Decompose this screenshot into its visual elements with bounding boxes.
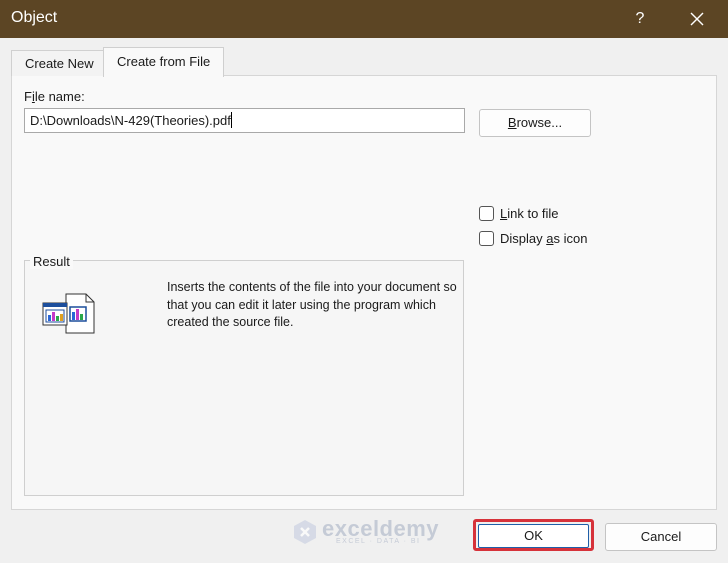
result-description: Inserts the contents of the file into yo… xyxy=(167,280,457,329)
text-cursor xyxy=(230,112,232,128)
tab-create-from-file[interactable]: Create from File xyxy=(103,47,225,77)
cancel-button[interactable]: Cancel xyxy=(605,523,717,551)
help-icon: ? xyxy=(635,10,645,27)
close-button[interactable] xyxy=(680,4,714,34)
display-as-icon-option[interactable]: Display as icon xyxy=(479,229,587,247)
file-name-value: D:\Downloads\N-429(Theories).pdf xyxy=(30,113,231,128)
watermark-tagline: EXCEL · DATA · BI xyxy=(336,538,421,545)
exceldemy-watermark: exceldemy EXCEL · DATA · BI xyxy=(292,516,442,547)
exceldemy-logo-icon xyxy=(294,520,316,544)
title-bar: Object ? xyxy=(0,0,728,38)
display-as-icon-checkbox[interactable] xyxy=(479,230,494,246)
file-name-label: File name: xyxy=(24,89,85,104)
link-to-file-checkbox[interactable] xyxy=(479,205,494,221)
result-legend: Result xyxy=(30,254,73,269)
browse-button[interactable]: Browse... xyxy=(479,109,591,137)
tab-create-new[interactable]: Create New xyxy=(11,50,108,76)
link-to-file-label: Link to file xyxy=(500,205,559,221)
display-as-icon-label: Display as icon xyxy=(500,230,588,246)
ok-button[interactable]: OK xyxy=(478,524,589,548)
file-name-input[interactable]: D:\Downloads\N-429(Theories).pdf xyxy=(24,108,465,133)
close-icon xyxy=(690,12,704,26)
embedded-document-icon xyxy=(42,293,95,334)
window-title: Object xyxy=(11,9,58,26)
link-to-file-option[interactable]: Link to file xyxy=(479,204,559,222)
help-button[interactable]: ? xyxy=(624,4,656,34)
